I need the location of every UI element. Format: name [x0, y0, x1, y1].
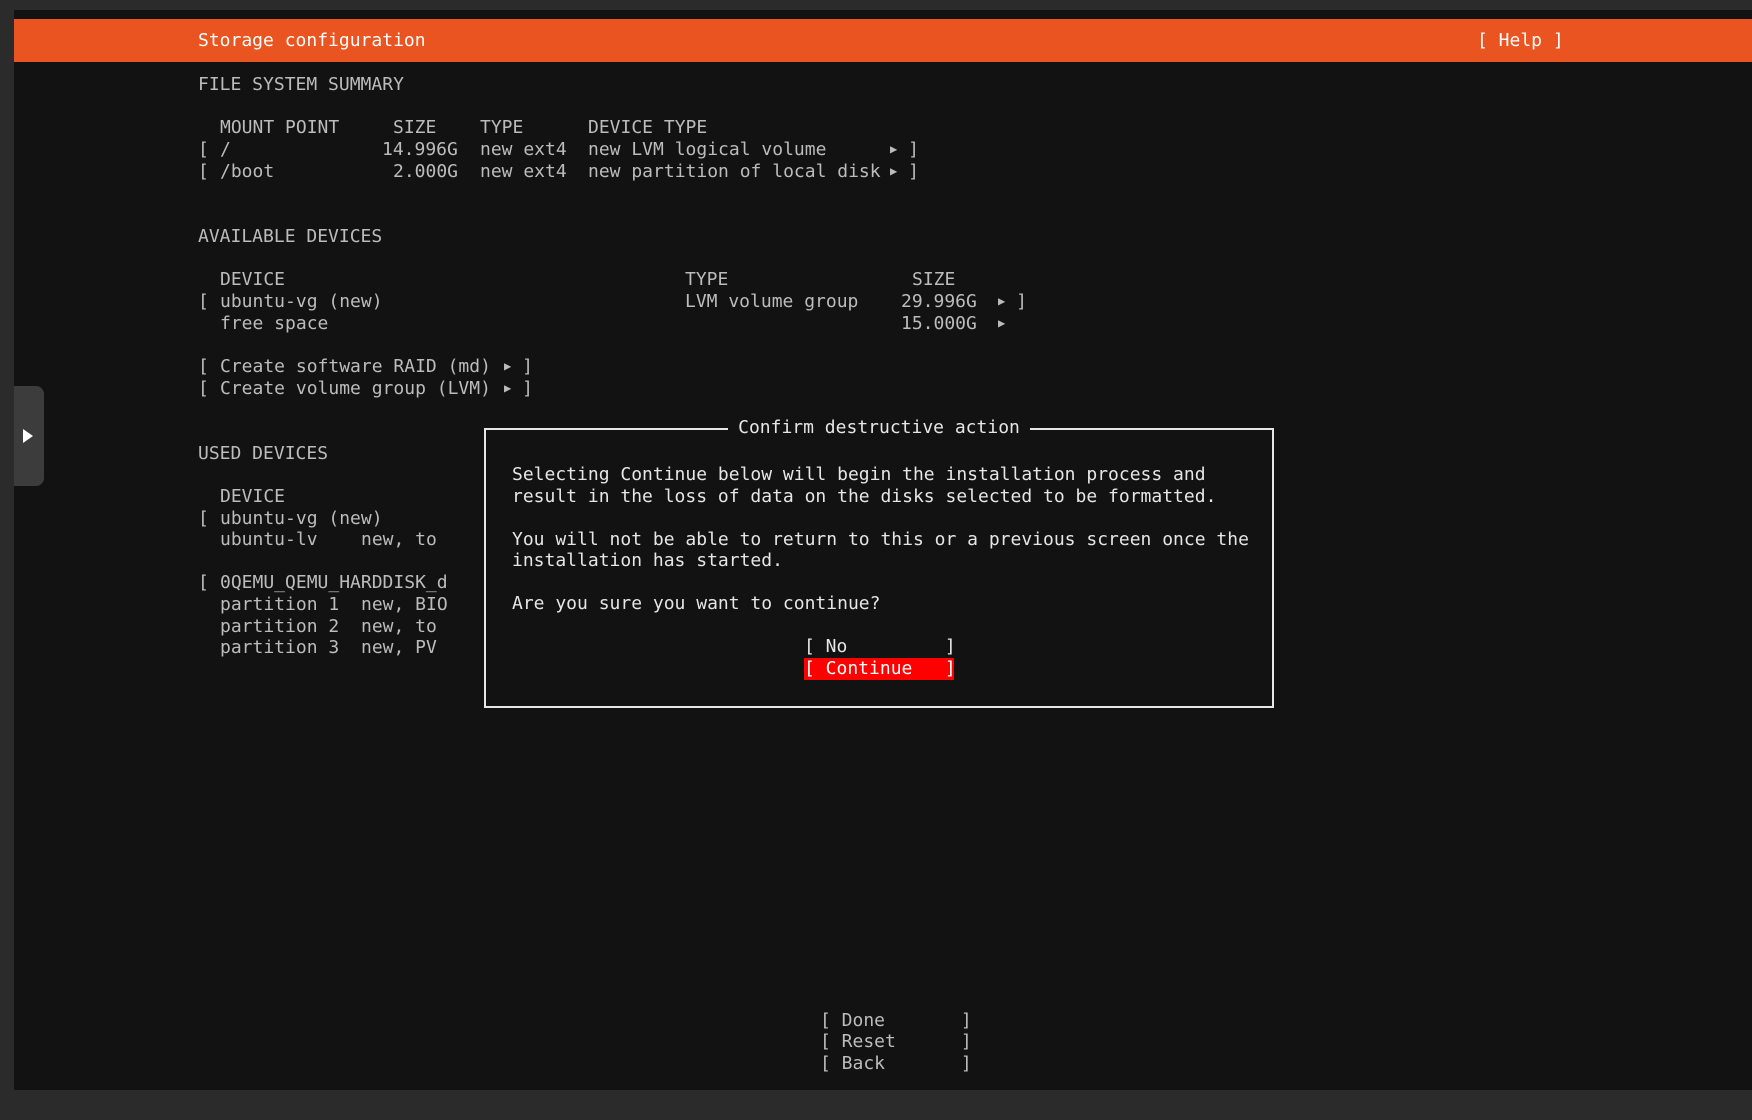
- dialog-text-line-1: Selecting Continue below will begin the …: [512, 464, 1206, 485]
- avail-col-device: DEVICE: [220, 269, 286, 290]
- create-lvm-label: Create volume group (LVM): [220, 378, 491, 399]
- fs-size: 14.996G: [382, 139, 458, 160]
- title-bar: Storage configuration [ Help ]: [14, 19, 1752, 62]
- continue-button[interactable]: [ Continue ]: [804, 658, 956, 680]
- page-title: Storage configuration: [198, 30, 426, 51]
- used-device: ubuntu-lv: [220, 529, 318, 550]
- avail-col-type: TYPE: [685, 269, 729, 290]
- avail-size: 29.996G: [901, 291, 977, 312]
- fs-col-mount: MOUNT POINT: [220, 117, 340, 138]
- dialog-title: Confirm destructive action: [728, 417, 1030, 438]
- fs-device-type: new LVM logical volume: [588, 139, 827, 160]
- row-open-bracket: [: [198, 291, 209, 312]
- confirm-dialog: Confirm destructive action Selecting Con…: [484, 417, 1274, 708]
- dialog-text-line-4: installation has started.: [512, 550, 783, 571]
- row-arrow-icon: ▶ ]: [998, 291, 1027, 312]
- avail-device: free space: [220, 313, 329, 334]
- avail-type: LVM volume group: [685, 291, 859, 312]
- used-detail: new, to: [361, 616, 437, 637]
- used-device: partition 2: [220, 616, 340, 637]
- avail-device: ubuntu-vg (new): [220, 291, 383, 312]
- dialog-text-line-2: result in the loss of data on the disks …: [512, 486, 1217, 507]
- used-device: partition 3: [220, 637, 340, 658]
- fs-col-type: TYPE: [480, 117, 524, 138]
- dialog-question: Are you sure you want to continue?: [512, 593, 881, 614]
- reset-button[interactable]: [ Reset ]: [820, 1031, 972, 1053]
- used-device: ubuntu-vg (new): [220, 508, 383, 529]
- help-button[interactable]: [ Help ]: [1477, 30, 1564, 52]
- fs-col-device-type: DEVICE TYPE: [588, 117, 708, 138]
- fs-type: new ext4: [480, 161, 567, 182]
- used-device: 0QEMU_QEMU_HARDDISK_d: [220, 572, 448, 593]
- fs-size: 2.000G: [393, 161, 459, 182]
- row-arrow-icon: ▶ ]: [890, 139, 919, 160]
- row-open-bracket: [: [198, 356, 209, 377]
- used-detail: new, to: [361, 529, 437, 550]
- row-open-bracket: [: [198, 161, 209, 182]
- row-arrow-icon: ▶ ]: [890, 161, 919, 182]
- row-arrow-icon: ▶ ]: [504, 356, 533, 377]
- side-panel-toggle[interactable]: [14, 386, 44, 486]
- row-open-bracket: [: [198, 508, 209, 529]
- fs-col-size: SIZE: [393, 117, 437, 138]
- row-arrow-icon: ▶ ]: [504, 378, 533, 399]
- used-device: partition 1: [220, 594, 340, 615]
- fs-type: new ext4: [480, 139, 567, 160]
- done-button[interactable]: [ Done ]: [820, 1010, 972, 1032]
- dialog-text-line-3: You will not be able to return to this o…: [512, 529, 1249, 550]
- fs-summary-heading: FILE SYSTEM SUMMARY: [198, 74, 404, 95]
- installer-screen: Storage configuration [ Help ] FILE SYST…: [14, 10, 1752, 1090]
- used-col-device: DEVICE: [220, 486, 286, 507]
- no-button[interactable]: [ No ]: [804, 636, 956, 658]
- bottom-strip: [0, 1090, 1752, 1120]
- available-devices-heading: AVAILABLE DEVICES: [198, 226, 383, 247]
- used-devices-heading: USED DEVICES: [198, 443, 329, 464]
- row-open-bracket: [: [198, 572, 209, 593]
- row-open-bracket: [: [198, 378, 209, 399]
- avail-col-size: SIZE: [912, 269, 956, 290]
- fs-device-type: new partition of local disk: [588, 161, 881, 182]
- row-open-bracket: [: [198, 139, 209, 160]
- used-detail: new, BIO: [361, 594, 448, 615]
- fs-mount: /boot: [220, 161, 275, 182]
- used-detail: new, PV: [361, 637, 437, 658]
- fs-mount: /: [220, 139, 231, 160]
- create-raid-label: Create software RAID (md): [220, 356, 491, 377]
- row-arrow-icon: ▶: [998, 316, 1006, 330]
- expand-arrow-icon: [23, 429, 33, 443]
- back-button[interactable]: [ Back ]: [820, 1053, 972, 1075]
- avail-size: 15.000G: [901, 313, 977, 334]
